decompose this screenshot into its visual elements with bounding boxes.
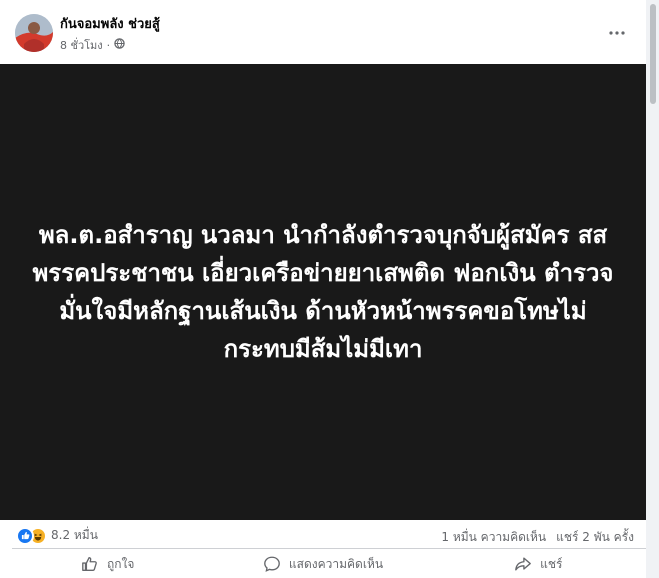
more-options-button[interactable] xyxy=(604,20,630,46)
globe-icon xyxy=(114,38,125,52)
post-time[interactable]: 8 ชั่วโมง xyxy=(60,36,103,54)
thumbs-up-icon xyxy=(82,557,97,571)
share-label: แชร์ xyxy=(540,556,563,571)
post-meta: 8 ชั่วโมง · xyxy=(60,36,125,54)
comment-count[interactable]: 1 หมื่น ความคิดเห็น xyxy=(441,528,546,547)
post-stats: 8.2 หมื่น 1 หมื่น ความคิดเห็น แชร์ 2 พัน… xyxy=(0,522,646,548)
reaction-summary[interactable]: 8.2 หมื่น xyxy=(16,526,98,545)
post-actions: ถูกใจ แสดงความคิดเห็น แชร์ xyxy=(0,550,646,578)
engagement-counts: 1 หมื่น ความคิดเห็น แชร์ 2 พัน ครั้ง xyxy=(441,528,634,547)
post-header: กันจอมพลัง ช่วยสู้ 8 ชั่วโมง · xyxy=(0,0,646,64)
share-button[interactable]: แชร์ xyxy=(431,550,646,578)
scrollbar-thumb[interactable] xyxy=(650,4,656,104)
like-label: ถูกใจ xyxy=(106,556,135,571)
post-image-text: พล.ต.อสำราญ นวลมา นำกำลังตำรวจบุกจับผู้ส… xyxy=(32,221,614,363)
more-dots-icon xyxy=(609,31,625,35)
reaction-count: 8.2 หมื่น xyxy=(51,528,98,542)
comment-label: แสดงความคิดเห็น xyxy=(288,556,384,571)
comment-button[interactable]: แสดงความคิดเห็น xyxy=(215,550,430,578)
share-count[interactable]: แชร์ 2 พัน ครั้ง xyxy=(556,528,634,547)
like-button[interactable]: ถูกใจ xyxy=(0,550,215,578)
page-name[interactable]: กันจอมพลัง ช่วยสู้ xyxy=(60,13,160,34)
separator-dot: · xyxy=(106,38,111,52)
page-scrollbar[interactable] xyxy=(646,0,659,578)
actions-divider xyxy=(12,548,647,549)
page-avatar[interactable] xyxy=(15,14,53,52)
like-icon xyxy=(16,526,34,545)
share-icon xyxy=(515,557,532,571)
post-image[interactable]: พล.ต.อสำราญ นวลมา นำกำลังตำรวจบุกจับผู้ส… xyxy=(0,64,646,520)
comment-icon xyxy=(264,556,280,572)
